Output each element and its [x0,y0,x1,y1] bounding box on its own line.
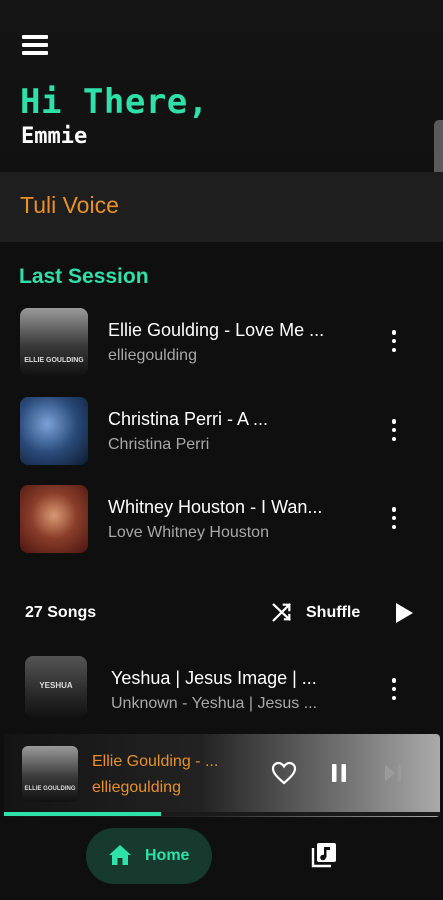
greeting-text: Hi There, [20,82,209,122]
now-playing-title: Ellie Goulding - ... [92,753,219,770]
now-playing-artist: elliegoulding [92,779,181,796]
voice-bar[interactable]: Tuli Voice [0,172,443,242]
heart-icon[interactable] [271,761,297,785]
list-item[interactable]: YESHUA Yeshua | Jesus Image | ... Unknow… [0,648,443,728]
album-art-text: ELLIE GOULDING [24,357,84,364]
voice-label: Tuli Voice [20,192,119,218]
playback-progress[interactable] [4,812,440,816]
playback-progress-fill [4,812,161,816]
home-icon [109,845,131,865]
album-art: YESHUA [25,656,87,718]
album-art [20,397,88,465]
song-title: Whitney Houston - I Wan... [108,497,323,517]
song-artist: Unknown - Yeshua | Jesus ... [111,695,318,712]
nav-home-button[interactable]: Home [86,828,212,884]
song-artist: elliegoulding [108,347,197,364]
song-artist: Love Whitney Houston [108,524,269,541]
last-session-title: Last Session [19,265,149,288]
album-art: ELLIE GOULDING [20,308,88,376]
shuffle-button[interactable]: Shuffle [306,604,360,622]
skip-next-icon[interactable] [383,764,403,782]
song-title: Christina Perri - A ... [108,409,269,429]
song-title: Yeshua | Jesus Image | ... [111,668,317,688]
now-playing-art-text: ELLIE GOULDING [24,786,76,792]
play-icon[interactable] [394,602,414,624]
nav-home-label: Home [145,847,190,864]
album-art [20,485,88,553]
more-options-icon[interactable] [390,419,398,441]
album-art-text: YESHUA [39,681,73,690]
more-options-icon[interactable] [390,507,398,529]
user-name: Emmie [21,124,88,149]
song-artist: Christina Perri [108,436,210,453]
shuffle-icon[interactable] [271,601,293,623]
more-options-icon[interactable] [390,330,398,352]
songs-count: 27 Songs [25,604,97,621]
pause-icon[interactable] [330,763,348,783]
list-item[interactable]: ELLIE GOULDING Ellie Goulding - Love Me … [0,300,443,380]
more-options-icon[interactable] [390,678,398,700]
song-title: Ellie Goulding - Love Me ... [108,320,325,340]
now-playing-art: ELLIE GOULDING [22,746,78,802]
music-library-icon[interactable] [311,842,337,868]
menu-icon[interactable] [22,35,48,55]
list-item[interactable]: Whitney Houston - I Wan... Love Whitney … [0,477,443,557]
mini-player[interactable]: ELLIE GOULDING Ellie Goulding - ... elli… [4,734,440,817]
list-item[interactable]: Christina Perri - A ... Christina Perri [0,389,443,469]
